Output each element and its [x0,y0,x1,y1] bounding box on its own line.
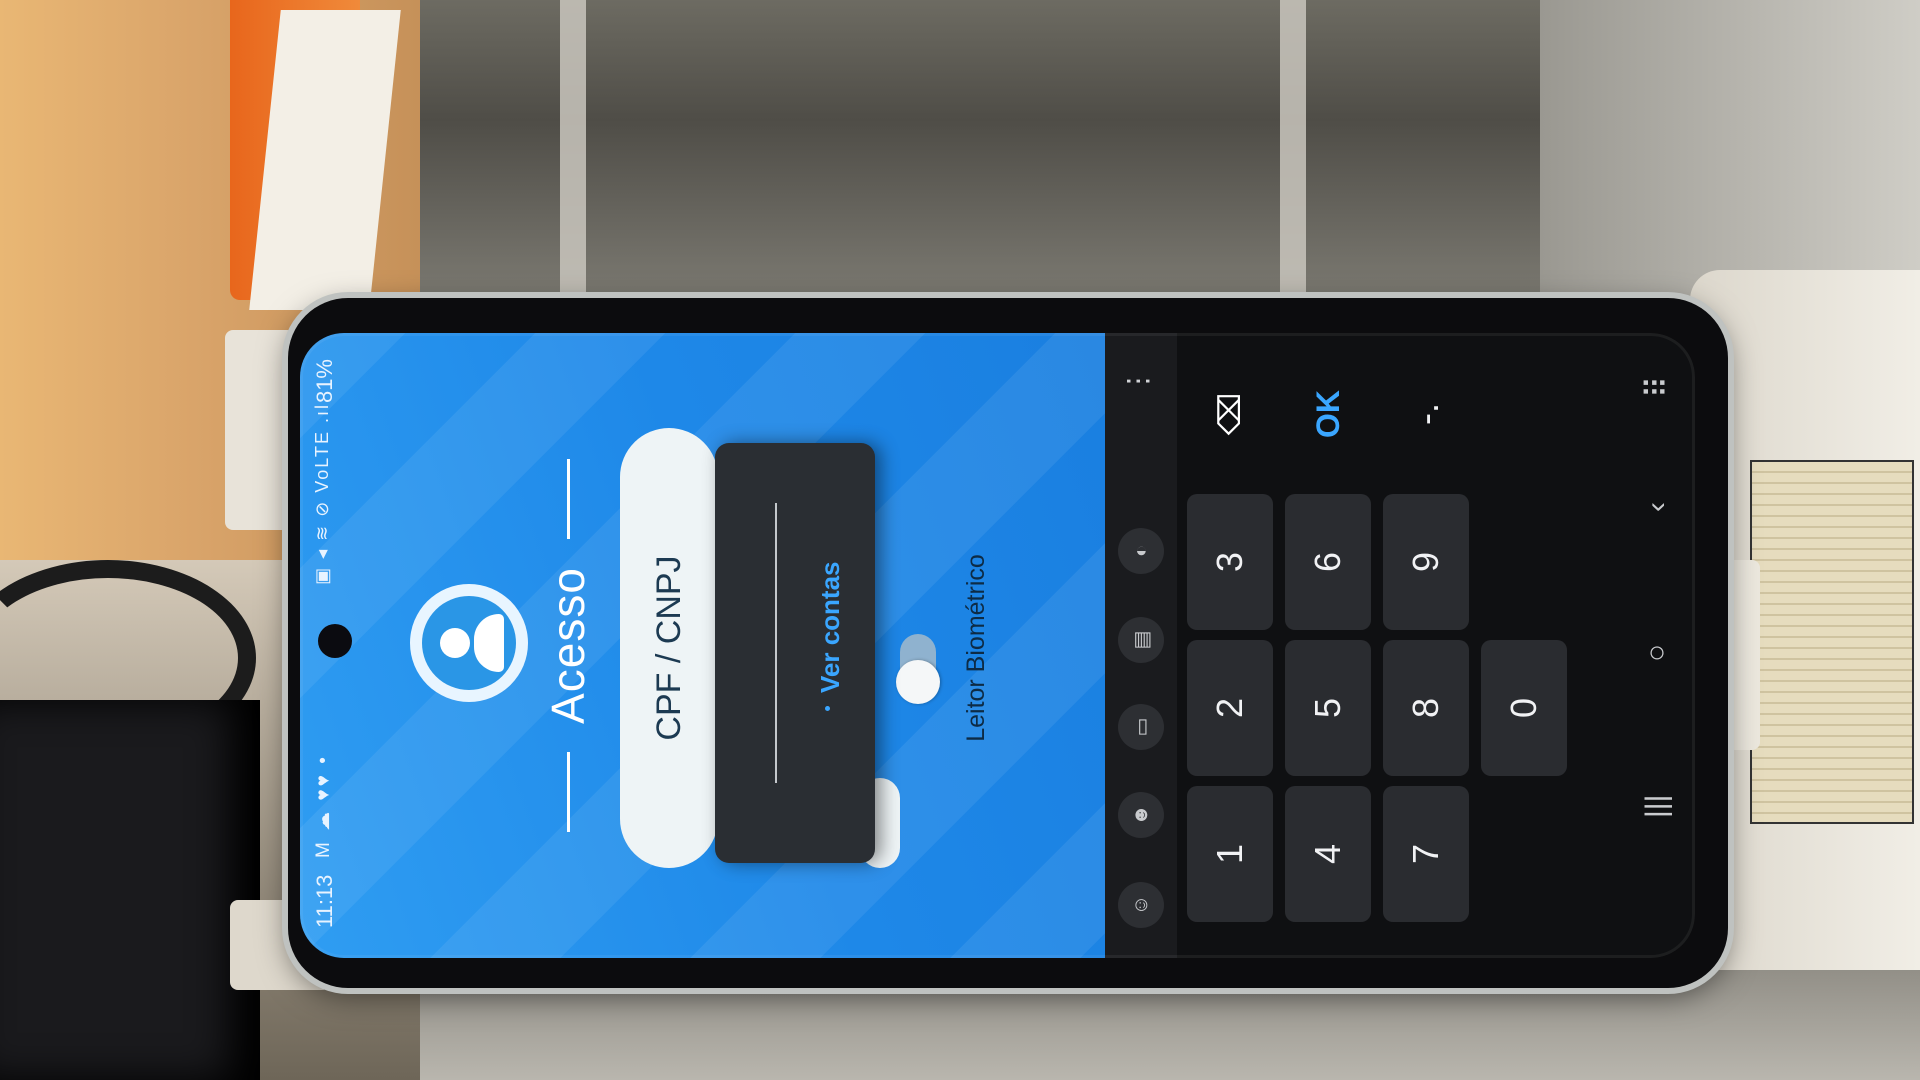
key-4[interactable]: 4 [1285,786,1371,922]
clipboard-icon[interactable]: ▤ [1118,617,1164,663]
window-scene-right [1540,0,1920,300]
more-options-icon[interactable]: ⋮ [1121,367,1154,395]
back-icon[interactable]: ‹ [1640,502,1674,512]
backspace-icon[interactable]: ⌫ [1187,346,1273,482]
keypad: 1 2 3 4 5 6 7 8 9 0 -. OK ⌫ [1187,352,1607,952]
navigation-bar: ||| ○ ‹ ⠿ [1620,333,1695,958]
keyboard-toggle-icon[interactable]: ⠿ [1640,376,1675,398]
sticker-icon[interactable]: ☻ [1118,792,1164,838]
dropdown-divider [775,503,777,783]
biometric-toggle[interactable] [896,634,940,704]
home-icon[interactable]: ○ [1640,644,1674,662]
attention-label [1750,460,1914,824]
dropdown-bullet [825,706,830,711]
key-2[interactable]: 2 [1187,640,1273,776]
holder-clip-top [225,330,295,530]
battery-level: 81% [312,359,337,404]
key-9[interactable]: 9 [1383,494,1469,630]
numeric-keyboard: ☺ ☻ ▭ ▤ ◐ ⋮ 1 2 3 4 5 6 7 8 9 0 -. OK ⌫ [1105,333,1695,958]
key-punctuation[interactable]: -. [1383,346,1469,482]
camera-box [0,700,260,1080]
avatar-body [474,614,504,672]
portrait-content: 11:13 M ☁ ♥♥ • ▣ ◂ ≋ ⊘ VoLTE .ıl 81% Ace… [300,333,1695,958]
window-frame [560,0,586,300]
phone-screen: 11:13 M ☁ ♥♥ • ▣ ◂ ≋ ⊘ VoLTE .ıl 81% Ace… [300,333,1695,958]
title-row: Acesso [538,333,598,958]
cpf-cnpj-placeholder: CPF / CNPJ [649,555,688,741]
key-6[interactable]: 6 [1285,494,1371,630]
mic-icon[interactable]: ◐ [1118,528,1164,574]
keyboard-toolbar: ☺ ☻ ▭ ▤ ◐ ⋮ [1105,333,1177,958]
system-icons: ▣ ◂ ≋ ⊘ VoLTE .ıl [312,403,332,585]
key-1[interactable]: 1 [1187,786,1273,922]
biometric-row: Leitor Biométrico [896,468,1018,828]
biometric-label: Leitor Biométrico [962,554,990,742]
avatar-ring [422,596,516,690]
cpf-cnpj-input[interactable]: CPF / CNPJ [620,428,718,868]
window-frame [1280,0,1306,300]
front-camera [318,624,352,658]
title-rule-right [566,459,570,540]
key-0[interactable]: 0 [1481,640,1567,776]
key-7[interactable]: 7 [1383,786,1469,922]
title-rule-left [566,751,570,832]
gif-icon[interactable]: ▭ [1118,704,1164,750]
notification-icons: M ☁ ♥♥ • [313,754,334,858]
user-avatar-icon [410,584,528,702]
ver-contas-option[interactable]: Ver contas [815,561,846,693]
toggle-knob [896,660,940,704]
key-3[interactable]: 3 [1187,494,1273,630]
status-time: 11:13 [312,874,337,928]
ok-key[interactable]: OK [1285,346,1371,482]
autofill-dropdown[interactable]: Ver contas [715,443,875,863]
page-title: Acesso [542,567,594,724]
key-5[interactable]: 5 [1285,640,1371,776]
avatar-head [440,628,470,658]
window-scene [420,0,1580,300]
key-8[interactable]: 8 [1383,640,1469,776]
login-screen: 11:13 M ☁ ♥♥ • ▣ ◂ ≋ ⊘ VoLTE .ıl 81% Ace… [300,333,1105,958]
recent-apps-icon[interactable]: ||| [1640,795,1674,818]
emoji-icon[interactable]: ☺ [1118,882,1164,928]
